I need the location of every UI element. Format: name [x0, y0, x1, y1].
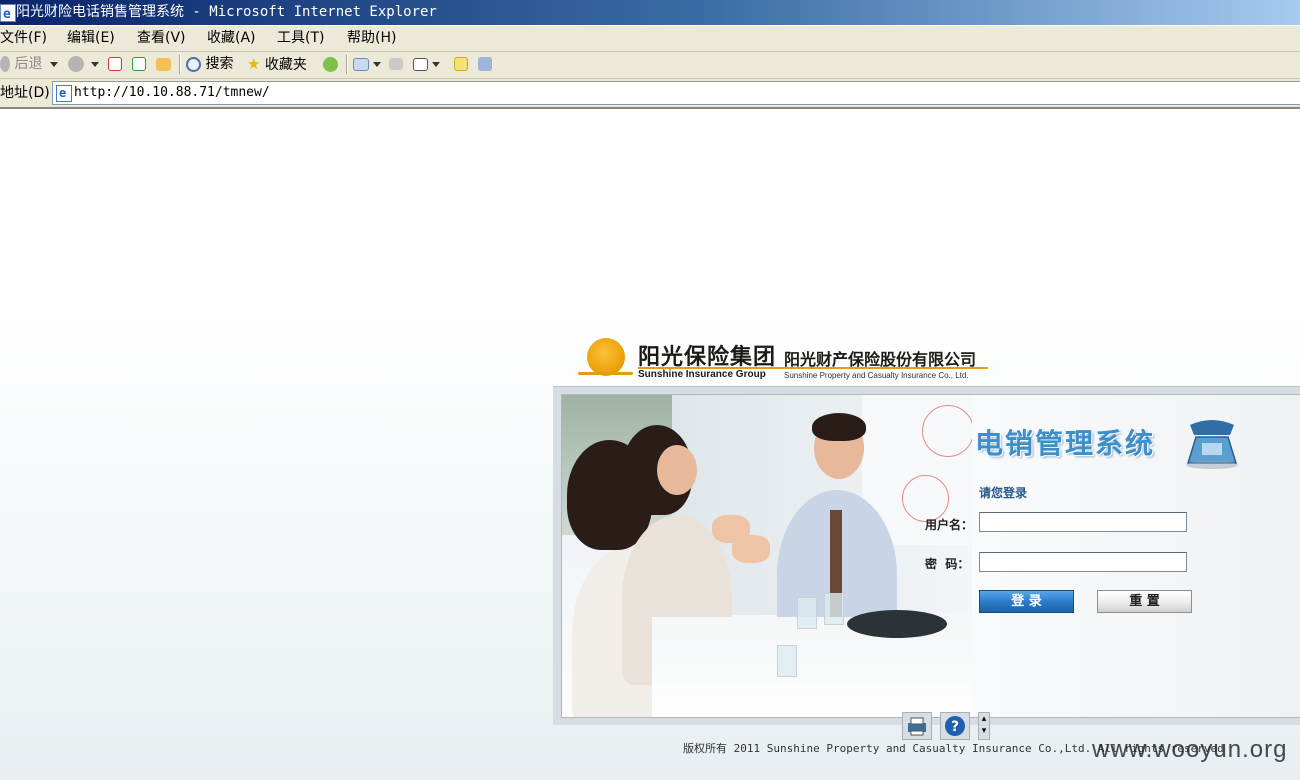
- company-name-en: Sunshine Property and Casualty Insurance…: [784, 371, 969, 380]
- meeting-photo: [562, 395, 972, 717]
- company-logo: 阳光保险集团 Sunshine Insurance Group 阳光财产保险股份…: [578, 335, 998, 385]
- media-icon: [323, 56, 338, 72]
- discuss-button[interactable]: [454, 52, 468, 76]
- reset-button[interactable]: 重 置: [1097, 590, 1192, 613]
- back-button[interactable]: 后退: [0, 52, 42, 76]
- menu-help[interactable]: 帮助(H): [347, 26, 396, 51]
- printer-button[interactable]: [902, 712, 932, 740]
- password-label: 密 码：: [925, 557, 970, 571]
- standard-toolbar: 后退 搜索 ★ 收藏夹: [0, 52, 1300, 79]
- address-bar: 地址(D) http://10.10.88.71/tmnew/: [0, 79, 1300, 109]
- chevron-down-icon: [50, 61, 58, 67]
- favorites-label: 收藏夹: [264, 57, 307, 73]
- messenger-icon: [478, 57, 492, 71]
- chevron-down-icon: [91, 61, 99, 67]
- edit-icon: [413, 57, 428, 71]
- menu-file[interactable]: 文件(F): [0, 26, 47, 51]
- forward-dropdown[interactable]: [91, 52, 99, 76]
- page-icon: [56, 82, 72, 104]
- login-panel-inner: 电销管理系统 请您登录 用户名： 密 码： 登 录 重 置: [561, 394, 1300, 718]
- back-label: 后退: [14, 56, 43, 72]
- menu-view[interactable]: 查看(V): [137, 26, 186, 51]
- refresh-icon: [132, 57, 146, 71]
- floating-toolbar: ? ▴ ▾: [902, 712, 992, 742]
- window-title-bar[interactable]: 阳光财险电话销售管理系统 - Microsoft Internet Explor…: [0, 0, 1300, 27]
- mail-icon: [353, 57, 369, 71]
- print-icon: [389, 58, 403, 70]
- home-icon: [156, 57, 171, 71]
- window-title: 阳光财险电话销售管理系统 - Microsoft Internet Explor…: [16, 4, 437, 20]
- address-label: 地址(D): [0, 85, 50, 101]
- back-dropdown[interactable]: [50, 52, 58, 76]
- address-url: http://10.10.88.71/tmnew/: [74, 85, 270, 100]
- help-button[interactable]: ?: [940, 712, 970, 740]
- address-input[interactable]: http://10.10.88.71/tmnew/: [52, 81, 1300, 105]
- search-icon: [186, 56, 201, 72]
- search-label: 搜索: [205, 56, 234, 72]
- telephone-icon: [1186, 420, 1238, 469]
- login-button[interactable]: 登 录: [979, 590, 1074, 613]
- refresh-button[interactable]: [132, 52, 146, 76]
- messenger-button[interactable]: [478, 52, 492, 76]
- watermark-text: www.wooyun.org: [1092, 736, 1288, 763]
- login-panel: 电销管理系统 请您登录 用户名： 密 码： 登 录 重 置: [553, 386, 1300, 725]
- search-button[interactable]: 搜索: [186, 52, 233, 76]
- login-prompt: 请您登录: [979, 486, 1028, 500]
- svg-text:?: ?: [951, 719, 959, 735]
- chevron-up-icon: ▴: [981, 714, 987, 724]
- system-title: 电销管理系统: [975, 427, 1156, 460]
- home-button[interactable]: [156, 52, 171, 76]
- mail-button[interactable]: [353, 52, 382, 76]
- chevron-down-icon: ▾: [981, 726, 987, 736]
- menu-tools[interactable]: 工具(T): [277, 26, 324, 51]
- edit-button[interactable]: [413, 52, 441, 76]
- group-name-en: Sunshine Insurance Group: [638, 369, 766, 380]
- back-icon: [0, 56, 10, 72]
- username-input[interactable]: [979, 512, 1187, 532]
- discuss-icon: [454, 57, 468, 71]
- conference-phone: [847, 610, 947, 638]
- favorites-icon: ★: [247, 55, 261, 73]
- print-button[interactable]: [389, 52, 403, 76]
- stop-button[interactable]: [108, 52, 122, 76]
- more-button[interactable]: ▴ ▾: [978, 712, 990, 740]
- menu-favorites[interactable]: 收藏(A): [207, 26, 256, 51]
- ie-icon: [0, 2, 16, 27]
- chevron-down-icon: [432, 61, 441, 67]
- printer-icon: [908, 717, 926, 736]
- forward-icon: [68, 56, 84, 72]
- menu-edit[interactable]: 编辑(E): [67, 26, 115, 51]
- password-input[interactable]: [979, 552, 1187, 572]
- sun-logo-icon: [587, 338, 625, 376]
- favorites-button[interactable]: ★ 收藏夹: [247, 52, 307, 76]
- chevron-down-icon: [373, 61, 382, 67]
- company-name-cn: 阳光财产保险股份有限公司: [784, 350, 977, 369]
- forward-button[interactable]: [68, 52, 84, 76]
- menu-bar: 文件(F) 编辑(E) 查看(V) 收藏(A) 工具(T) 帮助(H): [0, 26, 1300, 52]
- stop-icon: [108, 57, 122, 71]
- help-icon: ?: [945, 716, 965, 736]
- media-button[interactable]: [323, 52, 338, 76]
- username-label: 用户名：: [925, 518, 974, 532]
